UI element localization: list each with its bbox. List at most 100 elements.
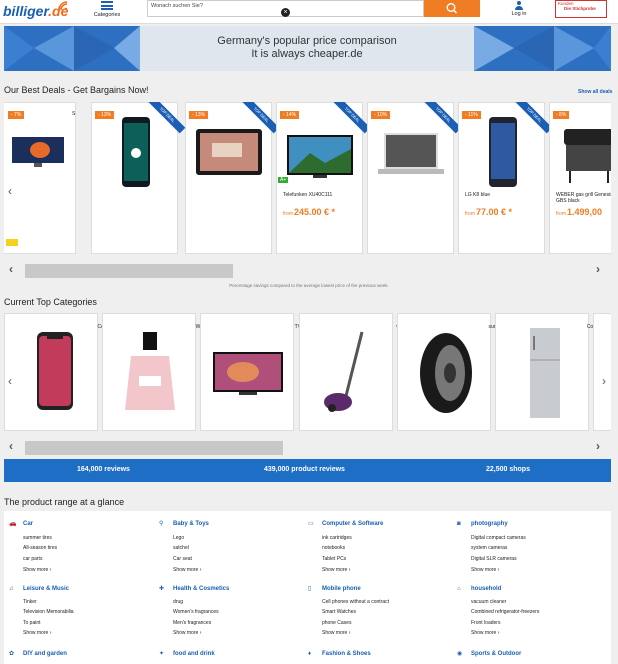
range-link[interactable]: Digital SLR cameras	[471, 556, 517, 562]
show-more-link[interactable]: Show more ›	[471, 630, 499, 636]
deal-card[interactable]: - 8% WEBER gas grill Genesis II E-410 GB…	[549, 102, 611, 254]
range-group-title[interactable]: Leisure & Music	[23, 586, 69, 592]
category-card[interactable]: TV	[200, 313, 301, 431]
categories-label: Categories	[93, 12, 121, 18]
savings-note: Percentage savings compared to the avera…	[229, 283, 389, 288]
range-link[interactable]: Lego	[173, 535, 184, 541]
category-card[interactable]: Cel ‹	[4, 313, 105, 431]
show-more-link[interactable]: Show more ›	[322, 630, 350, 636]
range-group-title[interactable]: food and drink	[173, 651, 215, 657]
range-link[interactable]: Car seat	[173, 556, 192, 562]
range-group-title[interactable]: household	[471, 586, 501, 592]
stat-reviews: 164,000 reviews	[77, 466, 130, 473]
deal-card[interactable]: - 7% S	[4, 102, 76, 254]
range-link[interactable]: Women's fragrances	[173, 609, 219, 615]
range-link[interactable]: All-season tires	[23, 545, 57, 551]
range-link[interactable]: Tablet PCs	[322, 556, 346, 562]
categories-button[interactable]: Categories	[92, 0, 122, 22]
range-link[interactable]: To paint	[23, 620, 41, 626]
trust-badge[interactable]: Kunden Die Stichprobe	[555, 0, 607, 18]
energy-rating: A+	[278, 177, 289, 183]
product-name: LG K8 blue	[465, 192, 491, 198]
price-from: from	[283, 211, 293, 217]
chevron-left-icon[interactable]: ‹	[8, 184, 12, 198]
chevron-right-icon: ›	[348, 567, 351, 573]
range-group-title[interactable]: Baby & Toys	[173, 521, 209, 527]
show-more-link[interactable]: Show more ›	[471, 567, 499, 573]
categories-scrollbar[interactable]: ‹ ›	[4, 438, 611, 456]
scroll-right-icon[interactable]: ›	[596, 439, 600, 453]
scroll-thumb[interactable]	[25, 264, 233, 278]
show-more-link[interactable]: Show more ›	[173, 567, 201, 573]
range-link[interactable]: Smart Watches	[322, 609, 356, 615]
promo-banner[interactable]: Germany's popular price comparison It is…	[4, 26, 611, 71]
range-group-title[interactable]: photography	[471, 521, 508, 527]
range-link[interactable]: system cameras	[471, 545, 507, 551]
baby-icon: ⚲	[159, 521, 164, 527]
range-link[interactable]: Television Memorabilia	[23, 609, 74, 615]
search-placeholder: Wonach suchen Sie?	[151, 3, 203, 9]
show-more-link[interactable]: Show more ›	[322, 567, 350, 573]
show-more-link[interactable]: Show more ›	[173, 630, 201, 636]
clear-icon[interactable]: ×	[281, 8, 290, 17]
product-name: WEBER gas grill Genesis II E-410 GBS bla…	[556, 192, 611, 204]
deal-card[interactable]: - 13% TOP DEAL	[185, 102, 280, 254]
range-link[interactable]: Tinker	[23, 599, 37, 605]
range-link[interactable]: notebooks	[322, 545, 345, 551]
product-image	[12, 137, 64, 167]
range-group-title[interactable]: Sports & Outdoor	[471, 651, 521, 657]
range-group-title[interactable]: Computer & Software	[322, 521, 383, 527]
scroll-left-icon[interactable]: ‹	[9, 439, 13, 453]
range-link[interactable]: satchel	[173, 545, 189, 551]
range-group-title[interactable]: DIY and garden	[23, 651, 67, 657]
category-image	[125, 332, 175, 410]
camera-icon: ◙	[457, 521, 461, 527]
range-group-title[interactable]: Health & Cosmetics	[173, 586, 229, 592]
category-card[interactable]: Con	[495, 313, 596, 431]
scroll-left-icon[interactable]: ‹	[9, 262, 13, 276]
chevron-right-icon[interactable]: ›	[602, 374, 606, 388]
range-link[interactable]: Combined refrigerator-freezers	[471, 609, 539, 615]
range-group-title[interactable]: Car	[23, 521, 33, 527]
range-group-title[interactable]: Mobile phone	[322, 586, 361, 592]
deal-card[interactable]: - 14% TOP DEAL A+ Telefunken XU40C111 fr…	[276, 102, 371, 254]
range-link[interactable]: car parts	[23, 556, 42, 562]
range-link[interactable]: Digital compact cameras	[471, 535, 526, 541]
category-card[interactable]: ›	[593, 313, 611, 431]
deal-card[interactable]: - 11% TOP DEAL LG K8 blue from 77.00 € *	[458, 102, 553, 254]
category-image	[324, 331, 364, 412]
chevron-left-icon[interactable]: ‹	[8, 374, 12, 388]
show-all-deals-link[interactable]: Show all deals	[578, 89, 612, 95]
scroll-right-icon[interactable]: ›	[596, 262, 600, 276]
stat-product-reviews: 439,000 product reviews	[264, 466, 345, 473]
range-link[interactable]: phone Cases	[322, 620, 351, 626]
range-link[interactable]: Men's fragrances	[173, 620, 211, 626]
range-link[interactable]: vacuum cleaner	[471, 599, 506, 605]
range-group-title[interactable]: Fashion & Shoes	[322, 651, 371, 657]
car-icon: 🚗	[9, 521, 17, 527]
product-image	[287, 135, 353, 178]
search-input[interactable]: Wonach suchen Sie? ×	[147, 0, 424, 17]
range-link[interactable]: ink cartridges	[322, 535, 352, 541]
range-link[interactable]: summer tires	[23, 535, 52, 541]
range-link[interactable]: Cell phones without a contract	[322, 599, 389, 605]
scroll-thumb[interactable]	[25, 441, 283, 455]
range-link[interactable]: Front loaders	[471, 620, 500, 626]
health-icon: ✚	[159, 586, 165, 592]
login-button[interactable]: Log in	[506, 0, 532, 22]
deal-card[interactable]: - 10% TOP DEAL	[367, 102, 462, 254]
side-letter: S	[72, 111, 76, 117]
deal-card[interactable]: - 13% TOP DEAL	[91, 102, 186, 254]
show-more-link[interactable]: Show more ›	[23, 630, 51, 636]
deals-scrollbar[interactable]: ‹ ›	[4, 261, 611, 279]
product-image	[564, 129, 611, 183]
show-more-link[interactable]: Show more ›	[23, 567, 51, 573]
search-button[interactable]	[424, 0, 480, 17]
banner-subline: It is always cheaper.de	[251, 48, 363, 60]
category-card[interactable]: vac	[299, 313, 404, 431]
product-range: 🚗 Car summer tires All-season tires car …	[4, 511, 611, 664]
category-card[interactable]: sum	[397, 313, 498, 431]
range-link[interactable]: drug	[173, 599, 183, 605]
category-card[interactable]: Wo	[102, 313, 203, 431]
chevron-right-icon: ›	[49, 567, 52, 573]
